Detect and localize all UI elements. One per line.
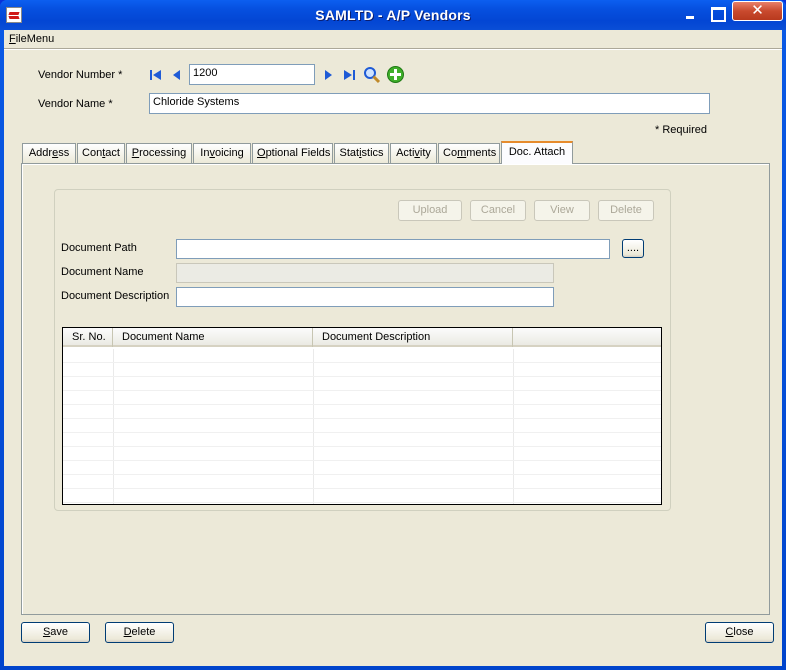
tab-optional-fields[interactable]: Optional Fields [252,143,333,163]
tab-activity-label-a: Acti [396,147,415,159]
tab-comments[interactable]: Comments [438,143,500,163]
minimize-button[interactable] [680,3,701,24]
tab-address[interactable]: Address [22,143,76,163]
tab-statistics[interactable]: Statistics [334,143,389,163]
delete-label: elete [131,626,156,638]
tab-panel-inner: Upload Cancel View Delete Document Path … [22,164,769,614]
last-record-button[interactable] [341,67,357,83]
table-row[interactable] [63,391,661,405]
next-record-button[interactable] [320,67,336,83]
tab-doc-attach[interactable]: Doc. Attach [501,141,573,164]
tab-activity[interactable]: Activity [390,143,437,163]
tab-address-label-b: ss [58,147,70,159]
tab-comments-label-a: Co [443,147,458,159]
first-record-button[interactable] [148,67,164,83]
upload-button[interactable]: Upload [398,200,462,221]
previous-record-button[interactable] [169,67,185,83]
table-row[interactable] [63,419,661,433]
column-header-document-description[interactable]: Document Description [313,328,513,347]
close-window-button[interactable]: ✕ [732,1,783,21]
app-window: SAMLTD - A/P Vendors ✕ FileMenu Vendor N… [0,0,786,670]
browse-button[interactable]: .... [622,239,644,258]
tab-processing[interactable]: Processing [126,143,192,163]
document-name-input[interactable] [176,263,554,283]
delete-accel: D [123,626,132,638]
new-record-button[interactable] [386,65,405,84]
document-description-input[interactable] [176,287,554,307]
documents-grid[interactable]: Sr. No. Document Name Document Descripti… [62,327,662,505]
cancel-button[interactable]: Cancel [470,200,526,221]
last-record-icon [344,70,355,80]
magnifier-icon [364,67,381,84]
tab-statistics-label-a: Stat [339,147,360,159]
table-row[interactable] [63,363,661,377]
save-label: ave [50,626,69,638]
tab-comments-label-b: ments [466,147,497,159]
next-record-icon [325,70,332,80]
document-path-input[interactable] [176,239,610,259]
column-header-document-name[interactable]: Document Name [113,328,313,347]
table-row[interactable] [63,489,661,503]
table-row[interactable] [63,405,661,419]
menu-bar: FileMenu [4,30,782,49]
required-note: * Required [655,124,707,136]
finder-button[interactable] [363,66,381,84]
tab-invoicing-label-b: oicing [214,147,244,159]
add-icon [387,66,404,83]
first-record-icon [150,70,161,80]
table-row[interactable] [63,447,661,461]
table-row[interactable] [63,433,661,447]
close-label: lose [733,626,754,638]
doc-attach-panel: Upload Cancel View Delete Document Path … [21,163,770,615]
title-bar[interactable]: SAMLTD - A/P Vendors ✕ [0,0,786,30]
file-menu-label: ileMenu [15,33,55,45]
vendor-name-label: Vendor Name * [38,98,113,110]
table-row[interactable] [63,377,661,391]
menubar-separator [4,49,782,50]
tab-optional-fields-label-b: ptional Fields [265,147,331,159]
vendor-number-label: Vendor Number * [38,69,123,81]
previous-record-icon [173,70,180,80]
delete-document-button[interactable]: Delete [598,200,654,221]
vendor-number-input[interactable]: 1200 [189,64,315,85]
save-button[interactable]: Save [21,622,90,643]
tab-comments-accel: m [457,147,467,159]
document-name-label: Document Name [61,266,144,278]
file-menu-accel: F [9,33,16,45]
document-description-label: Document Description [61,290,170,302]
grid-body[interactable] [63,349,661,504]
view-button[interactable]: View [534,200,590,221]
tab-contact-label-b: act [105,147,120,159]
tab-statistics-label-b: stics [361,147,384,159]
column-header-sr-no[interactable]: Sr. No. [63,328,113,347]
tab-invoicing[interactable]: Invoicing [193,143,251,163]
tab-activity-label-b: ity [419,147,431,159]
tab-processing-label-b: rocessing [139,147,187,159]
grid-header: Sr. No. Document Name Document Descripti… [63,328,661,347]
table-row[interactable] [63,349,661,363]
window-title: SAMLTD - A/P Vendors [315,7,471,23]
close-button[interactable]: Close [705,622,774,643]
close-icon: ✕ [751,2,764,19]
tab-address-label-a: Addr [28,147,53,159]
tab-optional-fields-accel: O [257,147,266,159]
tab-doc-attach-label: Doc. Attach [508,146,566,158]
tab-contact-label-a: Con [82,147,103,159]
document-group: Upload Cancel View Delete Document Path … [54,189,671,511]
vendor-name-input[interactable]: Chloride Systems [149,93,710,114]
maximize-button[interactable] [706,3,727,24]
file-menu[interactable]: FileMenu [9,33,54,45]
table-row[interactable] [63,475,661,489]
delete-button[interactable]: Delete [105,622,174,643]
table-row[interactable] [63,461,661,475]
window-client-area: FileMenu Vendor Number * 1200 Vendor Nam… [4,30,782,666]
document-path-label: Document Path [61,242,137,254]
tab-contact[interactable]: Contact [77,143,125,163]
